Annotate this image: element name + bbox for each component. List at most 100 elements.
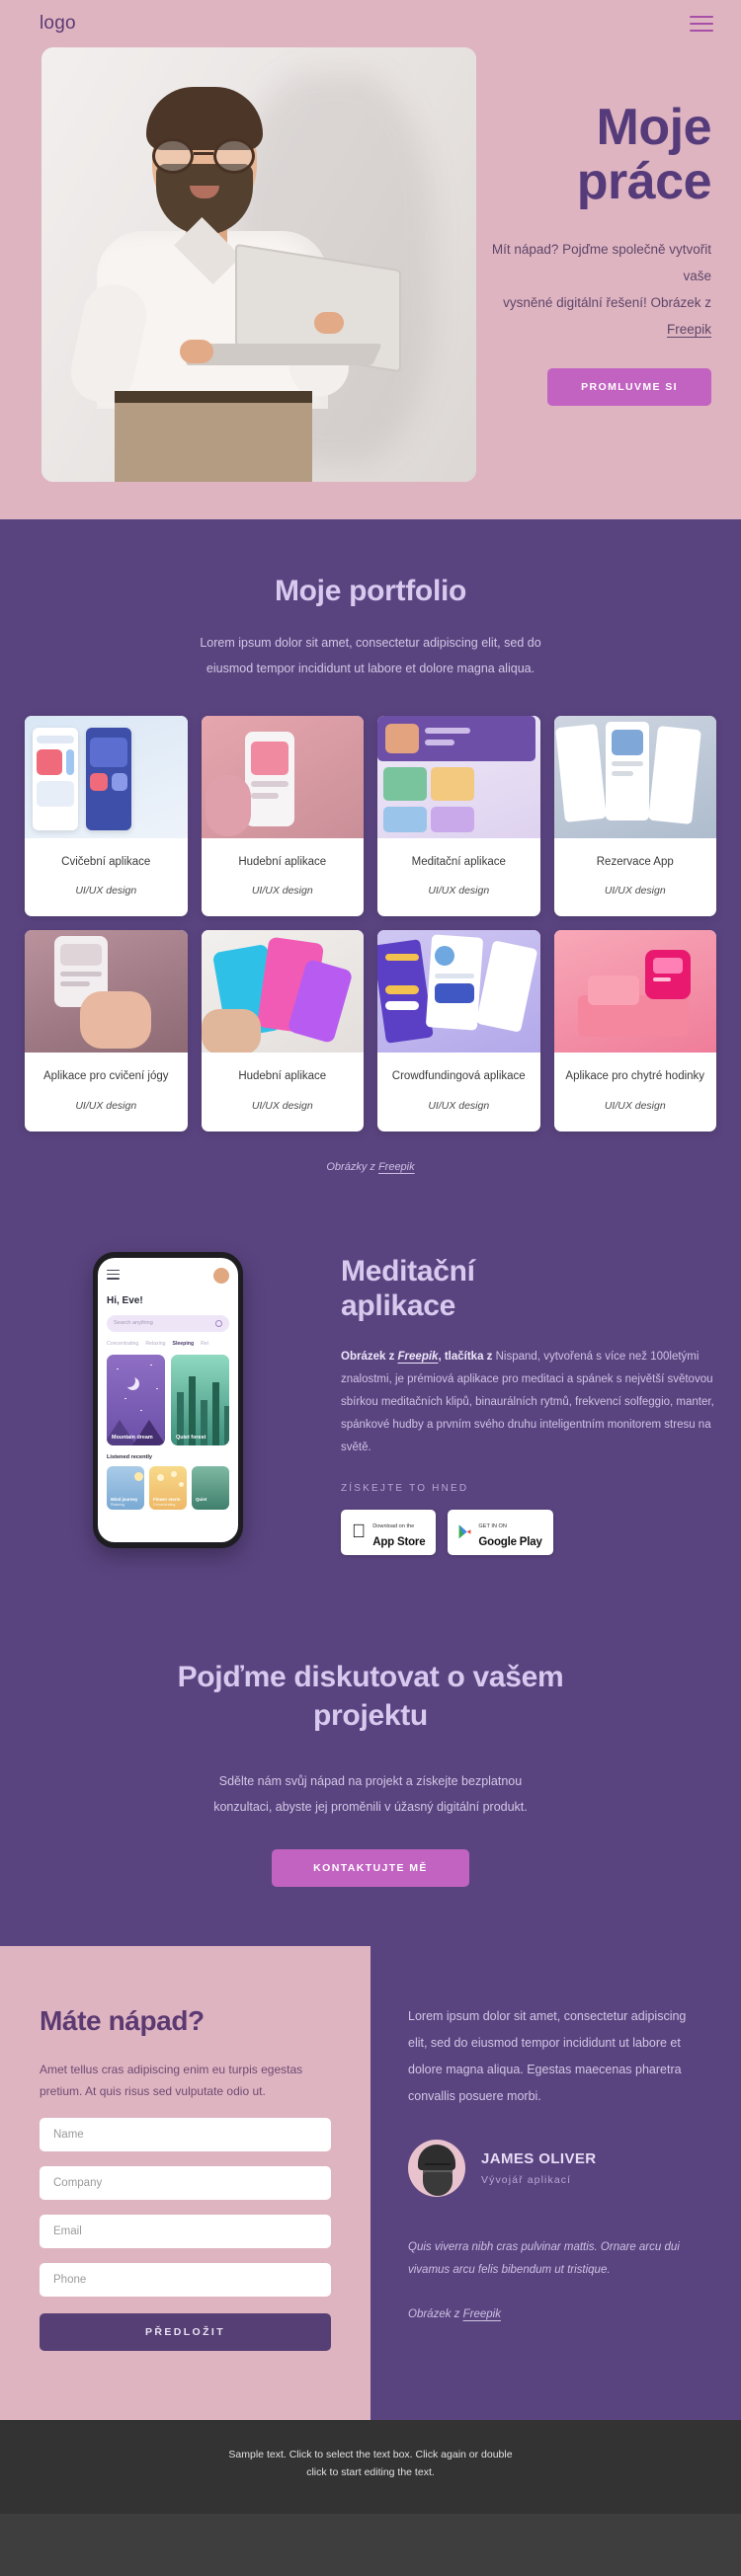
phone-tab-rel[interactable]: Rel xyxy=(201,1341,208,1347)
portfolio-card-title: Aplikace pro chytré hodinky xyxy=(565,1070,705,1083)
google-play-icon xyxy=(458,1524,471,1539)
portfolio-credit: Obrázky z Freepik xyxy=(0,1161,741,1173)
site-logo[interactable]: logo xyxy=(40,13,76,35)
meditation-body-lead: Obrázek z xyxy=(341,1350,398,1363)
search-icon xyxy=(215,1319,222,1327)
phone-menu-icon[interactable] xyxy=(107,1269,120,1283)
hero-text-column: Moje práce Mít nápad? Pojďme společně vy… xyxy=(476,47,741,407)
burger-line xyxy=(690,23,713,25)
phone-greeting: Hi, Eve! xyxy=(107,1294,143,1306)
portfolio-card-thumbnail xyxy=(25,715,188,838)
phone-card-quiet-forest[interactable]: Quiet forest xyxy=(171,1354,229,1445)
portfolio-card-title: Aplikace pro cvičení jógy xyxy=(42,1070,169,1083)
hero-freepik-link[interactable]: Freepik xyxy=(667,322,711,337)
phone-tab-relaxing[interactable]: Relaxing xyxy=(145,1341,165,1347)
google-play-big-label: Google Play xyxy=(464,1535,541,1548)
email-input[interactable] xyxy=(40,2214,331,2248)
portfolio-card[interactable]: Cvičební aplikace UI/UX design xyxy=(25,715,188,917)
hero-section: logo Moje práce Mít nápad? Pojďme společ… xyxy=(0,0,741,519)
portfolio-card-title: Meditační aplikace xyxy=(411,855,506,868)
portfolio-card-thumbnail xyxy=(377,930,540,1054)
portfolio-card[interactable]: Meditační aplikace UI/UX design xyxy=(377,715,540,917)
footer-line2: click to start editing the text. xyxy=(306,2466,435,2479)
meditation-body-bold: , tlačítka z xyxy=(438,1350,496,1363)
google-play-button[interactable]: GET IN ON Google Play xyxy=(448,1509,553,1555)
phone-mini-sub: Relaxing xyxy=(111,1502,124,1507)
portfolio-card-body: Hudební aplikace UI/UX design xyxy=(202,838,365,917)
app-store-small-label: Download on the xyxy=(359,1522,414,1529)
portfolio-card-thumbnail xyxy=(201,930,364,1054)
moon-icon xyxy=(123,1374,135,1387)
phone-category-tabs: Concentrating Relaxing Sleeping Rel xyxy=(107,1341,229,1347)
portfolio-card-body: Hudební aplikace UI/UX design xyxy=(202,1053,365,1132)
portfolio-card-title: Hudební aplikace xyxy=(238,855,327,868)
footer: Sample text. Click to select the text bo… xyxy=(0,2419,741,2515)
hero-cta-button[interactable]: PROMLUVME SI xyxy=(547,368,711,407)
meditation-freepik-link[interactable]: Freepik xyxy=(398,1351,439,1363)
testimonial-quote: Quis viverra nibh cras pulvinar mattis. … xyxy=(408,2240,680,2277)
meditation-phone-column: Hi, Eve! Search anything Concentrating R… xyxy=(25,1238,311,1548)
photo-hand-right xyxy=(314,312,344,334)
meditation-store-badges:  Download on the App Store xyxy=(341,1509,716,1555)
name-input[interactable] xyxy=(40,2117,331,2151)
hero-photo xyxy=(41,47,476,482)
meditation-body-rest: Nispand, vytvořená s více než 100letými … xyxy=(341,1350,714,1453)
phone-mini-title: Mind journey xyxy=(111,1496,138,1502)
portfolio-subtitle-line2: eiusmod tempor incididunt ut labore et d… xyxy=(206,662,535,676)
phone-tab-sleeping[interactable]: Sleeping xyxy=(173,1341,195,1347)
hero-subtitle: Mít nápad? Pojďme společně vytvořit vaše… xyxy=(482,236,711,343)
meditation-kicker: ZÍSKEJTE TO HNED xyxy=(341,1482,469,1494)
meditation-row: Hi, Eve! Search anything Concentrating R… xyxy=(25,1238,716,1555)
phone-avatar[interactable] xyxy=(213,1267,229,1284)
cta-title-line1: Pojďme diskutovat o vašem xyxy=(177,1660,564,1693)
meditation-title-line1: Meditační xyxy=(341,1254,475,1288)
phone-mini-sub: Concentrating xyxy=(153,1502,176,1507)
contact-text: Amet tellus cras adipiscing enim eu turp… xyxy=(40,2063,303,2099)
cta-button-wrap: KONTAKTUJTE MĚ xyxy=(0,1849,741,1888)
phone-mini-card-mind-journey[interactable]: Mind journey Relaxing xyxy=(107,1465,144,1510)
portfolio-subtitle-line1: Lorem ipsum dolor sit amet, consectetur … xyxy=(200,636,541,650)
portfolio-card[interactable]: Crowdfundingová aplikace UI/UX design xyxy=(377,930,540,1132)
portfolio-credit-link[interactable]: Freepik xyxy=(378,1161,415,1173)
portfolio-card-thumbnail xyxy=(553,715,716,838)
burger-line xyxy=(690,30,713,32)
phone-card-mountain-dream[interactable]: Mountain dream xyxy=(107,1354,165,1445)
phone-mockup: Hi, Eve! Search anything Concentrating R… xyxy=(93,1251,243,1548)
company-input[interactable] xyxy=(40,2165,331,2200)
app-store-button[interactable]:  Download on the App Store xyxy=(341,1509,437,1555)
portfolio-card-thumbnail xyxy=(377,715,540,838)
contact-credit-link[interactable]: Freepik xyxy=(463,2308,501,2320)
phone-mini-card-flower-storm[interactable]: Flower storm Concentrating xyxy=(149,1465,187,1510)
phone-search-field[interactable]: Search anything xyxy=(107,1314,229,1332)
portfolio-card[interactable]: Aplikace pro cvičení jógy UI/UX design xyxy=(25,930,188,1132)
portfolio-subtitle: Lorem ipsum dolor sit amet, consectetur … xyxy=(138,630,603,682)
portfolio-card[interactable]: Hudební aplikace UI/UX design xyxy=(201,930,365,1132)
contact-credit: Obrázek z Freepik xyxy=(408,2308,703,2320)
phone-input[interactable] xyxy=(40,2262,331,2297)
portfolio-card-thumbnail xyxy=(201,715,364,838)
portfolio-card-body: Crowdfundingová aplikace UI/UX design xyxy=(377,1053,540,1132)
hamburger-menu-icon[interactable] xyxy=(690,16,713,32)
phone-tab-concentrating[interactable]: Concentrating xyxy=(107,1341,138,1347)
portfolio-card-subtitle: UI/UX design xyxy=(251,1099,313,1112)
portfolio-card[interactable]: Hudební aplikace UI/UX design xyxy=(201,715,365,917)
portfolio-card-thumbnail xyxy=(25,930,188,1054)
photo-trousers xyxy=(115,395,312,482)
portfolio-card[interactable]: Rezervace App UI/UX design xyxy=(553,715,716,917)
cta-contact-button[interactable]: KONTAKTUJTE MĚ xyxy=(272,1849,469,1888)
phone-search-placeholder: Search anything xyxy=(114,1320,153,1327)
avatar-glasses xyxy=(425,2162,451,2171)
submit-button[interactable]: PŘEDLOŽIT xyxy=(40,2312,331,2351)
contact-section: Máte nápad? Amet tellus cras adipiscing … xyxy=(0,1946,741,2420)
portfolio-card-title: Crowdfundingová aplikace xyxy=(391,1070,526,1083)
contact-credit-prefix: Obrázek z xyxy=(408,2307,463,2320)
portfolio-card-subtitle: UI/UX design xyxy=(251,885,313,898)
portfolio-card-body: Aplikace pro cvičení jógy UI/UX design xyxy=(25,1053,188,1132)
photo-belt xyxy=(115,391,312,403)
phone-mini-card-quiet[interactable]: Quiet xyxy=(192,1465,229,1510)
portfolio-card[interactable]: Aplikace pro chytré hodinky UI/UX design xyxy=(553,930,716,1132)
cta-title-line2: projektu xyxy=(313,1698,428,1732)
portfolio-card-subtitle: UI/UX design xyxy=(604,1099,666,1112)
photo-glasses-right xyxy=(213,138,255,174)
phone-mini-title: Flower storm xyxy=(153,1496,181,1502)
